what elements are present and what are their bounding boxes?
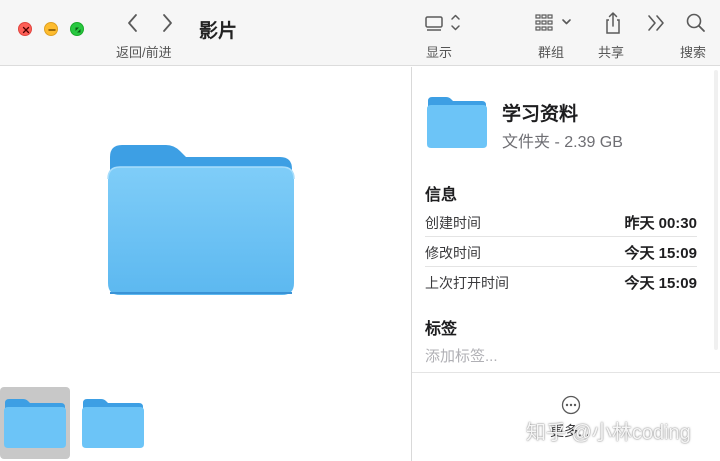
minimize-window-button[interactable] <box>44 22 58 36</box>
back-forward-label: 返回/前进 <box>116 45 172 60</box>
folder-icon <box>82 399 144 448</box>
search-label: 搜索 <box>680 45 707 60</box>
maximize-window-button[interactable] <box>70 22 84 36</box>
share-icon <box>606 12 620 34</box>
forward-button[interactable] <box>156 10 178 36</box>
thumbnail-item-selected[interactable] <box>0 387 70 459</box>
double-chevron-icon <box>648 15 664 31</box>
fullscreen-icon <box>75 27 81 33</box>
chevron-left-icon <box>128 14 137 32</box>
more-toolbar-items-button[interactable] <box>644 10 668 36</box>
close-window-button[interactable] <box>18 22 32 36</box>
group-button[interactable]: 群组 <box>530 10 580 62</box>
info-row-modified: 修改时间 今天 15:09 <box>425 237 697 267</box>
folder-icon <box>427 97 487 148</box>
info-value: 今天 15:09 <box>624 245 697 262</box>
window-toolbar: 返回/前进 影片 显示 群组 共享 搜索 <box>0 0 720 66</box>
gallery-view <box>0 67 411 461</box>
info-row-created: 创建时间 昨天 00:30 <box>425 207 697 237</box>
gallery-view-icon <box>425 14 460 31</box>
close-icon <box>22 26 30 34</box>
minimize-icon <box>48 29 56 31</box>
info-label: 上次打开时间 <box>425 275 509 291</box>
info-value: 今天 15:09 <box>624 275 697 292</box>
view-mode-button[interactable]: 显示 <box>420 10 470 62</box>
folder-icon <box>4 399 66 448</box>
thumbnail-item[interactable] <box>78 387 148 459</box>
item-kind-size: 文件夹 - 2.39 GB <box>502 134 623 151</box>
preview-inspector: 学习资料 文件夹 - 2.39 GB 信息 创建时间 昨天 00:30 修改时间… <box>412 67 720 461</box>
item-name: 学习资料 <box>502 104 579 125</box>
window-title: 影片 <box>199 21 238 42</box>
view-label: 显示 <box>426 45 453 60</box>
info-value: 昨天 00:30 <box>624 215 697 232</box>
chevron-right-icon <box>163 14 172 32</box>
watermark-text: 知乎 @小林coding <box>526 422 691 444</box>
group-label: 群组 <box>538 45 565 60</box>
search-icon <box>686 13 705 32</box>
info-section-title: 信息 <box>425 187 458 204</box>
back-button[interactable] <box>122 10 144 36</box>
thumbnail-strip <box>0 385 411 461</box>
tags-section-title: 标签 <box>425 321 458 338</box>
section-divider <box>412 372 720 373</box>
folder-preview-icon <box>107 145 295 295</box>
add-tags-field[interactable]: 添加标签... <box>425 345 695 367</box>
info-label: 修改时间 <box>425 245 481 261</box>
share-label: 共享 <box>598 45 625 60</box>
group-grid-icon <box>535 14 571 31</box>
ellipsis-circle-icon <box>561 395 581 415</box>
inspector-scrollbar[interactable] <box>714 70 718 350</box>
search-button[interactable]: 搜索 <box>680 10 716 62</box>
share-button[interactable]: 共享 <box>598 10 628 62</box>
info-row-last-opened: 上次打开时间 今天 15:09 <box>425 267 697 297</box>
info-label: 创建时间 <box>425 215 481 231</box>
